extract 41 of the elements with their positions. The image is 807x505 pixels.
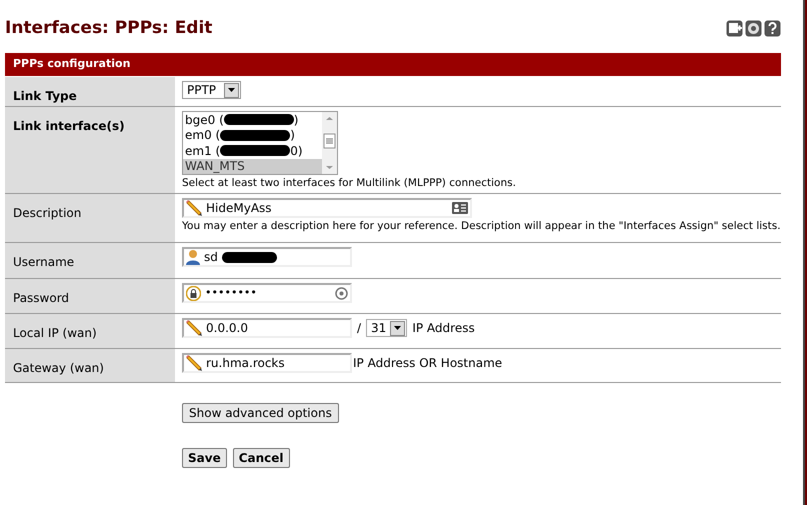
subnet-select[interactable]: 31 [366, 319, 408, 337]
hint-text: You may enter a description here for your reference. Description will appear in the "Interfaces Assign" select lists. [182, 219, 781, 234]
caret-icon [394, 326, 402, 330]
field-label: Password [13, 291, 70, 305]
page-title: Interfaces: PPPs: Edit [5, 16, 212, 40]
password-field[interactable]: •••••••• [182, 283, 352, 303]
field-label: Link interface(s) [13, 119, 125, 133]
interface-listbox[interactable]: bge0 ( ) em0 ( ) em1 ( 0) WAN_MTS [182, 111, 338, 175]
field-label: Link Type [13, 89, 77, 103]
settings-icon[interactable] [744, 20, 762, 37]
scrollbar-icon [322, 112, 337, 174]
pencil-icon [186, 320, 202, 336]
add-icon[interactable] [726, 20, 743, 37]
field-note: IP Address OR Hostname [353, 355, 502, 372]
gateway-field[interactable]: ru.hma.rocks [182, 353, 352, 373]
field-label: Username [13, 255, 74, 269]
pencil-icon [186, 200, 202, 216]
field-label: Gateway (wan) [13, 361, 104, 375]
pencil-icon [186, 355, 202, 371]
save-button[interactable]: Save [182, 448, 227, 468]
field-note: IP Address [412, 320, 475, 337]
username-field[interactable]: sd [182, 247, 352, 267]
advanced-options-button[interactable]: Show advanced options [182, 403, 339, 423]
contact-card-icon [452, 202, 468, 214]
caret-icon [228, 88, 236, 92]
cancel-button[interactable]: Cancel [232, 448, 290, 468]
description-field[interactable]: HideMyAss [182, 198, 472, 218]
lock-icon [186, 286, 201, 300]
field-label: Description [13, 206, 82, 220]
section-header: PPPs configuration [5, 53, 781, 76]
separator-text: / [357, 320, 362, 337]
field-label: Local IP (wan) [13, 326, 97, 340]
interface-option[interactable]: em1 ( 0) [183, 143, 322, 158]
local-ip-field[interactable]: 0.0.0.0 [182, 318, 352, 338]
interface-option[interactable]: em0 ( ) [183, 128, 322, 143]
link-type-select[interactable]: PPTP [182, 81, 242, 99]
interface-option[interactable]: bge0 ( ) [183, 112, 322, 128]
user-icon [186, 249, 200, 265]
help-icon[interactable] [764, 20, 781, 37]
interface-option[interactable]: WAN_MTS [183, 158, 322, 174]
hint-text: Select at least two interfaces for Multilink (MLPPP) connections. [182, 176, 517, 191]
